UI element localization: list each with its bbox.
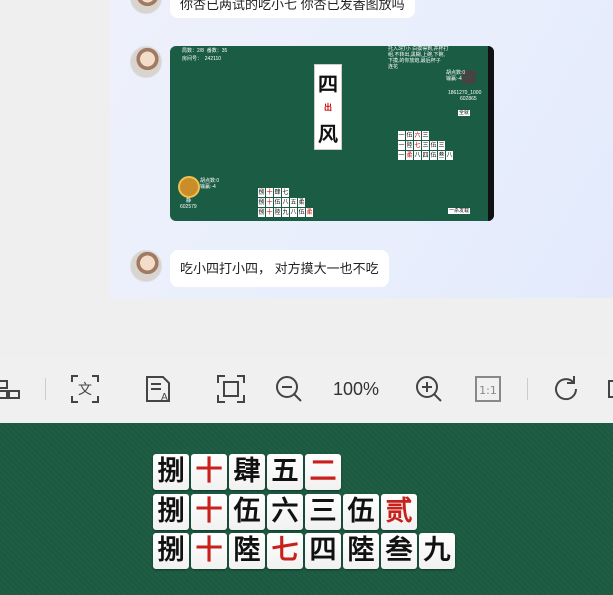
avatar[interactable]: [130, 0, 162, 14]
hand-row-3: 捌十陸七四陸叁九: [153, 533, 457, 569]
zoom-in-icon[interactable]: [412, 372, 446, 406]
mahjong-tile: 肆: [229, 454, 265, 490]
mahjong-tile: 三: [305, 494, 341, 530]
mahjong-tile: 五: [267, 454, 303, 490]
rotate-icon[interactable]: [549, 372, 583, 406]
opponent-melds: 一伍六三: [398, 131, 429, 140]
right-player-score: 602865: [460, 96, 477, 102]
game-room: 房间号： 242110: [182, 56, 222, 62]
avatar[interactable]: [130, 46, 162, 78]
all-check-button: 全就: [458, 110, 471, 116]
toolbar-divider: [527, 378, 528, 400]
ocr-icon[interactable]: A: [141, 372, 175, 406]
layout-icon[interactable]: [0, 372, 24, 406]
opponent-melds: 一陸七三伍三: [398, 141, 445, 150]
svg-text:1:1: 1:1: [479, 384, 497, 397]
own-hand-mini: 捌十陸九八伍柔: [258, 208, 313, 217]
translate-icon[interactable]: 文: [68, 372, 102, 406]
toolbar-divider: [45, 378, 46, 400]
mahjong-tile: 陸: [229, 533, 265, 569]
hand-row-2: 捌十伍六三伍贰: [153, 494, 419, 530]
own-hand-mini: 捌十伍八五柔: [258, 198, 305, 207]
left-player-score: 602579: [180, 204, 197, 210]
mahjong-tile: 贰: [381, 494, 417, 530]
side-strip: [488, 46, 494, 221]
left-player-avatar: [178, 176, 200, 198]
mahjong-tile: 十: [191, 494, 227, 530]
mahjong-tile: 叁: [381, 533, 417, 569]
zoomed-game-view: 捌十肆五二 捌十伍六三伍贰 捌十陸七四陸叁九: [0, 423, 613, 595]
own-hand-mini: 捌十肆七: [258, 188, 289, 197]
mahjong-tile: 捌: [153, 494, 189, 530]
mahjong-tile: 九: [419, 533, 455, 569]
message-bubble: 吃小四打小四， 对方摸大一也不吃: [170, 250, 389, 287]
game-screenshot-image[interactable]: 局数：2/8 番数：35 房间号： 242110 托入3打小 白摸得到,并杯打 …: [170, 46, 494, 221]
viewer-background: [0, 298, 613, 358]
mahjong-tile: 十: [191, 454, 227, 490]
mahjong-tile: 伍: [229, 494, 265, 530]
chat-panel: 你杏已两试的吃小七 你杏已发香图放吗 局数：2/8 番数：35 房间号： 242…: [110, 0, 613, 298]
mahjong-tile: 伍: [343, 494, 379, 530]
message-bubble: 你杏已两试的吃小七 你杏已发香图放吗: [170, 0, 415, 18]
bottom-action-button: 一杀发载: [448, 208, 471, 214]
game-header: 局数：2/8 番数：35: [182, 48, 228, 54]
zoom-out-icon[interactable]: [272, 372, 306, 406]
more-icon[interactable]: [606, 372, 613, 406]
mahjong-tile: 四: [305, 533, 341, 569]
mahjong-tile: 捌: [153, 533, 189, 569]
avatar[interactable]: [130, 250, 162, 282]
image-viewer-toolbar: 文 A 100% 1:1: [0, 358, 613, 423]
svg-text:A: A: [161, 392, 168, 403]
left-player-info: 胡点数:0 输赢:-4: [200, 178, 220, 190]
mahjong-tile: 六: [267, 494, 303, 530]
game-rules-info: 托入3打小 白摸得到,并杯打 组,不转出,黑糊,上碗,下碗, 下摸,的你放炮,最…: [388, 46, 449, 70]
right-player-info: 胡点数:0 输赢:-4: [446, 70, 466, 82]
svg-text:文: 文: [78, 382, 92, 398]
hand-row-1: 捌十肆五二: [153, 454, 343, 490]
mahjong-tile: 捌: [153, 454, 189, 490]
mahjong-tile: 二: [305, 454, 341, 490]
mahjong-tile: 陸: [343, 533, 379, 569]
opponent-melds: 一柔八四伍叁八: [398, 151, 453, 160]
actual-size-icon[interactable]: 1:1: [471, 372, 505, 406]
crop-icon[interactable]: [214, 372, 248, 406]
mahjong-tile: 十: [191, 533, 227, 569]
mahjong-tile: 七: [267, 533, 303, 569]
zoom-level: 100%: [333, 379, 380, 399]
discard-tile: 四 出 风: [314, 64, 342, 150]
